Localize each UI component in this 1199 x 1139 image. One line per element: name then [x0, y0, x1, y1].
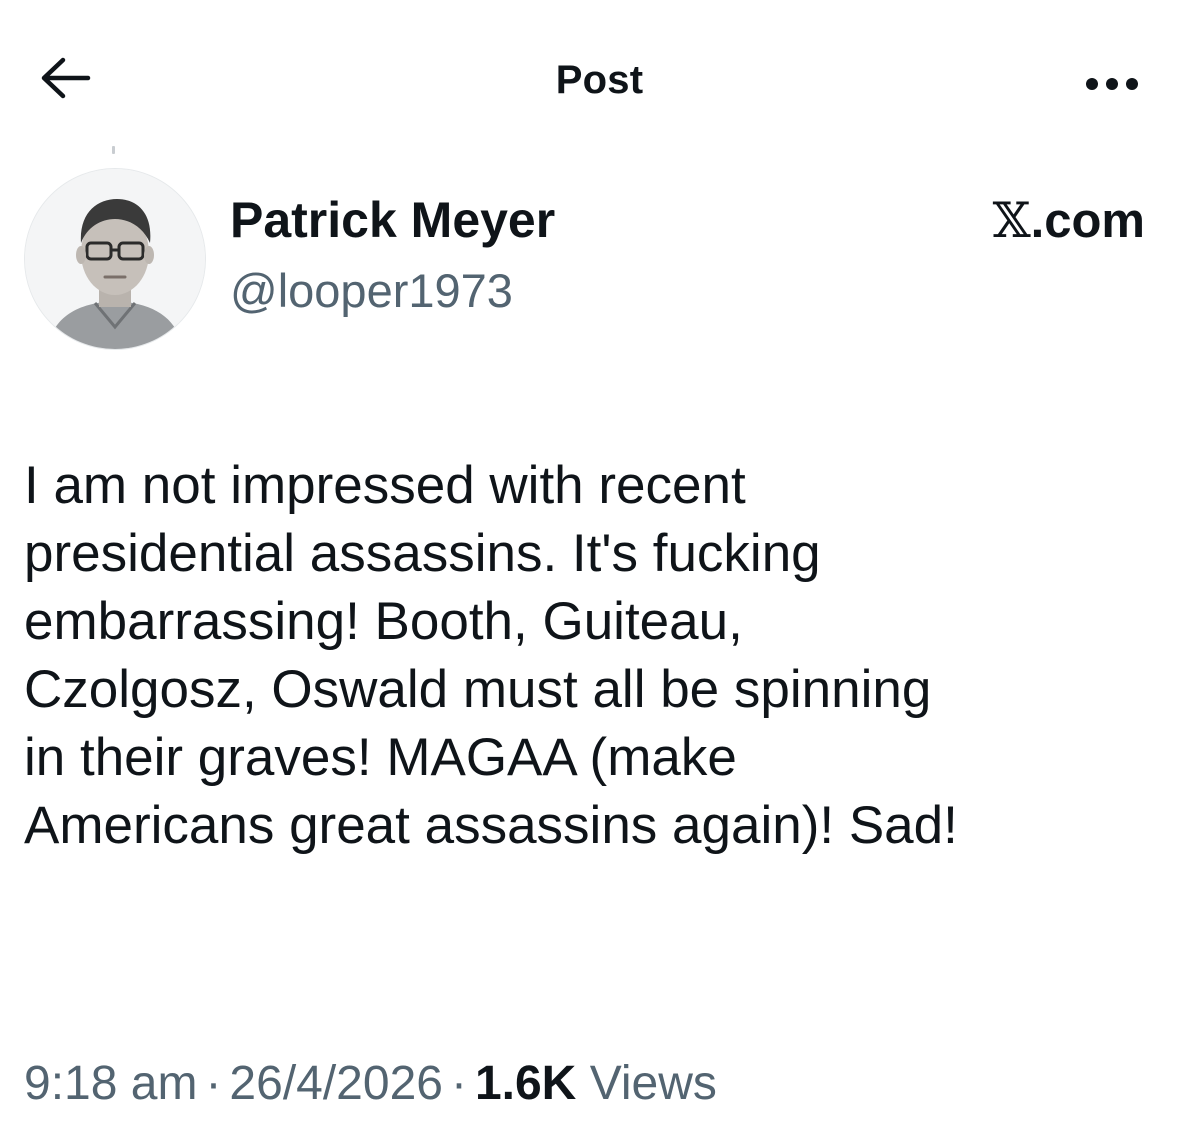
x-logo-icon: 𝕏	[992, 192, 1031, 249]
source-watermark: 𝕏.com	[993, 192, 1145, 250]
author-display-name[interactable]: Patrick Meyer	[230, 190, 555, 250]
page-title: Post	[555, 58, 644, 102]
post-text-line: Americans great assassins again)! Sad!	[24, 796, 958, 855]
more-options-button[interactable]	[1077, 62, 1147, 106]
post-text-line: presidential assassins. It's fucking	[24, 524, 821, 583]
top-bar: Post	[0, 0, 1199, 170]
thread-line	[112, 146, 115, 154]
separator: ·	[450, 1057, 467, 1110]
post-text-line: I am not impressed with recent	[24, 456, 746, 515]
post-date[interactable]: 26/4/2026	[229, 1057, 443, 1110]
source-domain: .com	[1030, 194, 1145, 248]
post-time[interactable]: 9:18 am	[24, 1057, 197, 1110]
post-text-line: embarrassing! Booth, Guiteau,	[24, 592, 743, 651]
avatar[interactable]	[24, 168, 206, 350]
post-metadata: 9:18 am · 26/4/2026 · 1.6K Views	[24, 1052, 717, 1116]
author-handle[interactable]: @looper1973	[230, 262, 513, 320]
separator: ·	[205, 1057, 222, 1110]
post-text-line: Czolgosz, Oswald must all be spinning	[24, 660, 932, 719]
post-text-line: in their graves! MAGAA (make	[24, 728, 737, 787]
post-text: I am not impressed with recent president…	[24, 452, 1174, 860]
avatar-photo	[25, 169, 205, 349]
views-count[interactable]: 1.6K	[475, 1057, 576, 1110]
views-label: Views	[589, 1057, 717, 1110]
more-horizontal-icon	[1085, 77, 1139, 91]
